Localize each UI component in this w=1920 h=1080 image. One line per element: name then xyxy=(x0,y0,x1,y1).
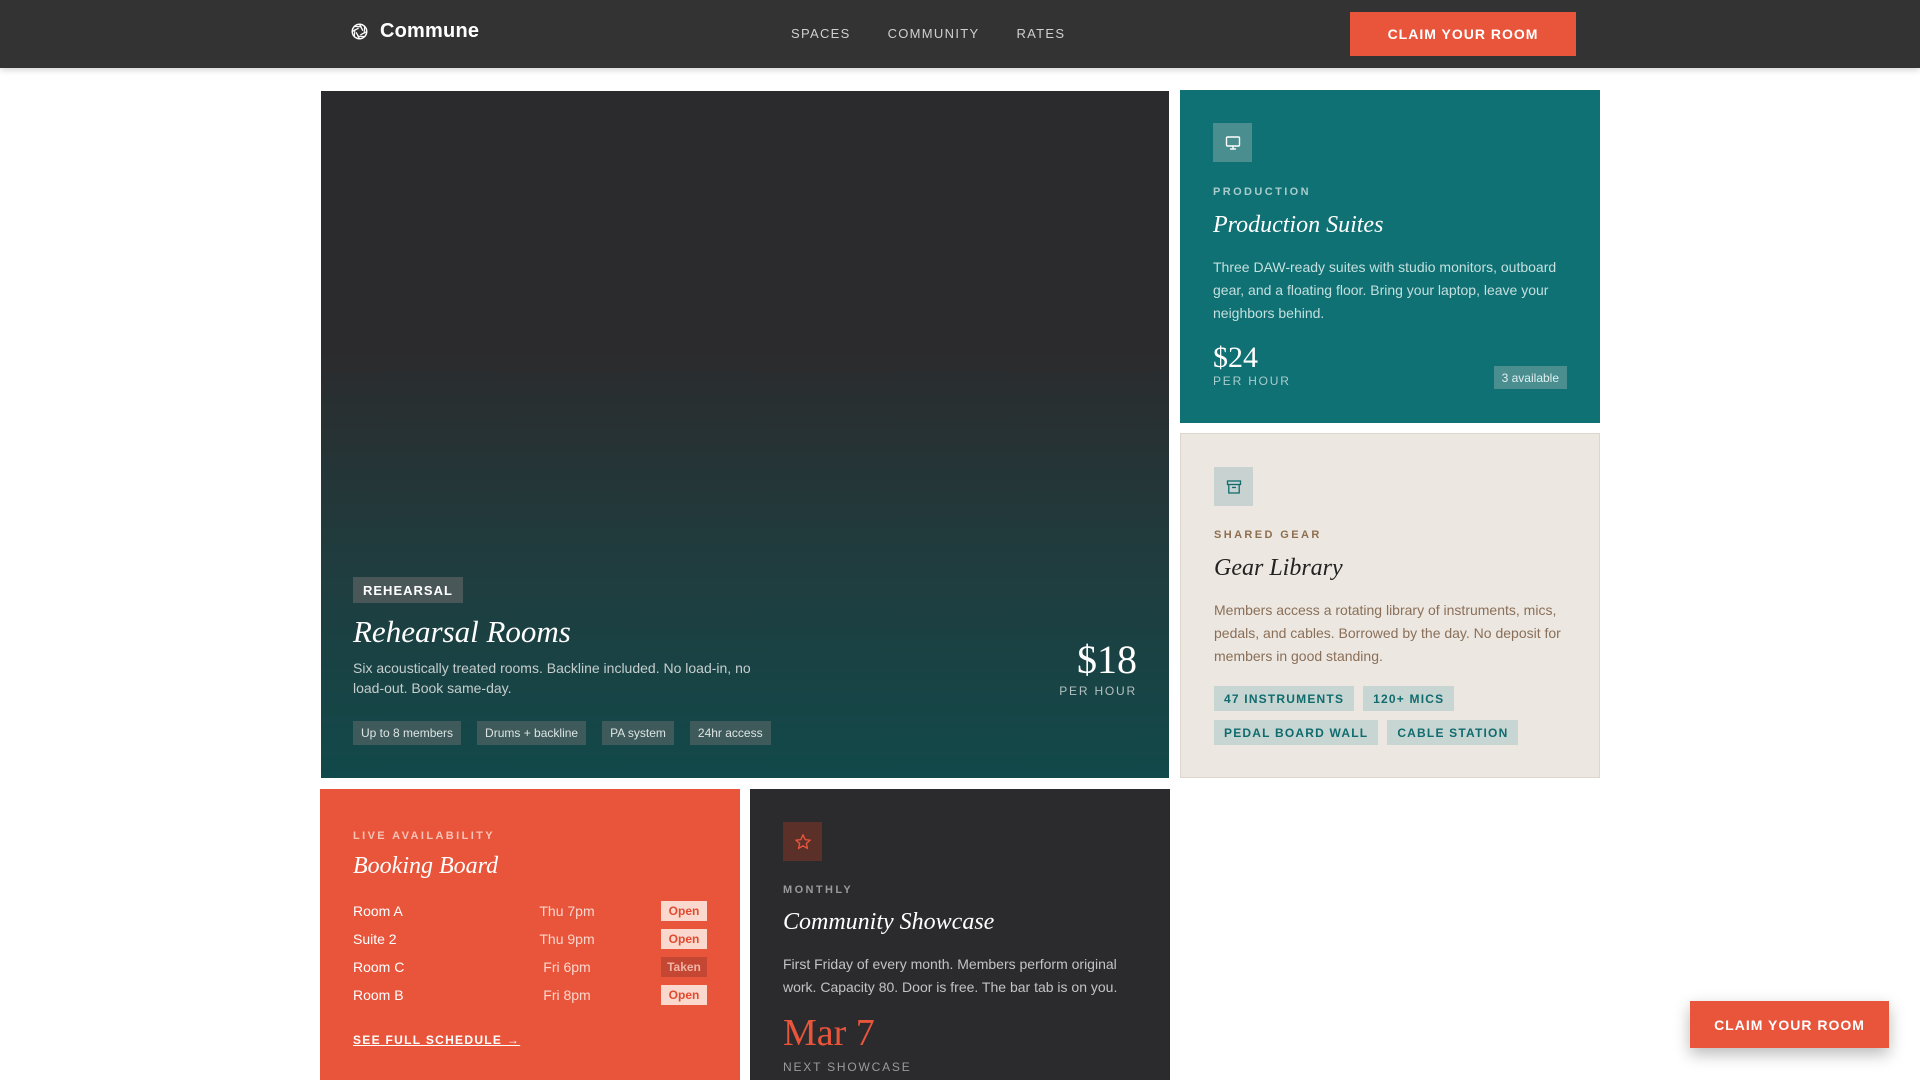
gear-chip: CABLE STATION xyxy=(1387,720,1519,745)
rehearsal-rooms-card[interactable]: REHEARSAL Rehearsal Rooms Six acoustical… xyxy=(321,91,1169,778)
monitor-icon xyxy=(1225,135,1240,150)
brand-logo[interactable]: Commune xyxy=(351,20,479,43)
card-description: Three DAW-ready suites with studio monit… xyxy=(1213,259,1557,321)
nav-spaces[interactable]: SPACES xyxy=(791,26,851,41)
booking-row[interactable]: Room A Thu 7pm Open xyxy=(353,897,707,925)
aperture-icon xyxy=(351,23,368,40)
archive-icon xyxy=(1226,479,1241,494)
price-amount: $18 xyxy=(1077,637,1137,682)
nav-rates[interactable]: RATES xyxy=(1016,26,1065,41)
slot-time: Thu 7pm xyxy=(539,903,595,919)
star-icon xyxy=(794,833,811,849)
star-icon-box xyxy=(783,822,822,861)
gear-chips: 47 INSTRUMENTS 120+ MICS PEDAL BOARD WAL… xyxy=(1214,686,1574,745)
room-name: Suite 2 xyxy=(353,931,397,947)
feature-tag: Drums + backline xyxy=(477,721,587,745)
slot-time: Thu 9pm xyxy=(539,931,595,947)
showcase-date-label: NEXT SHOWCASE xyxy=(783,1060,912,1074)
archive-icon-box xyxy=(1214,467,1253,506)
monitor-icon-box xyxy=(1213,123,1252,162)
card-description: First Friday of every month. Members per… xyxy=(783,956,1118,995)
booking-row[interactable]: Room C Fri 6pm Taken xyxy=(353,953,707,981)
booking-board-card: LIVE AVAILABILITY Booking Board Room A T… xyxy=(320,789,740,1080)
card-title: Production Suites xyxy=(1213,212,1384,238)
status-badge: Taken xyxy=(661,957,707,977)
status-badge: Open xyxy=(661,901,707,921)
card-title: Rehearsal Rooms xyxy=(353,614,571,649)
brand-name: Commune xyxy=(380,20,480,42)
booking-row[interactable]: Room B Fri 8pm Open xyxy=(353,981,707,1009)
feature-tags: Up to 8 members Drums + backline PA syst… xyxy=(353,721,771,745)
slot-time: Fri 8pm xyxy=(543,987,591,1003)
gear-library-card[interactable]: SHARED GEAR Gear Library Members access … xyxy=(1180,433,1600,778)
price-block: $18 PER HOUR xyxy=(1059,637,1137,699)
card-eyebrow: LIVE AVAILABILITY xyxy=(353,830,496,842)
card-description: Members access a rotating library of ins… xyxy=(1214,602,1561,664)
card-eyebrow: PRODUCTION xyxy=(1213,186,1311,198)
card-title: Gear Library xyxy=(1214,555,1343,581)
nav-community[interactable]: COMMUNITY xyxy=(888,26,980,41)
price-amount: $24 xyxy=(1213,341,1258,374)
card-eyebrow: MONTHLY xyxy=(783,884,854,896)
status-badge: Open xyxy=(661,985,707,1005)
availability-badge: 3 available xyxy=(1493,366,1567,389)
price-block: $24 PER HOUR xyxy=(1213,341,1291,389)
main-nav: SPACES COMMUNITY RATES xyxy=(791,26,1065,41)
feature-tag: Up to 8 members xyxy=(353,721,462,745)
gear-chip: 47 INSTRUMENTS xyxy=(1214,686,1355,711)
showcase-date: Mar 7 xyxy=(783,1012,875,1054)
see-full-schedule-link[interactable]: SEE FULL SCHEDULE → xyxy=(353,1033,520,1047)
community-showcase-card[interactable]: MONTHLY Community Showcase First Friday … xyxy=(750,789,1170,1080)
room-name: Room B xyxy=(353,987,404,1003)
card-eyebrow: SHARED GEAR xyxy=(1214,529,1322,541)
claim-room-button[interactable]: CLAIM YOUR ROOM xyxy=(1350,12,1576,56)
site-header: Commune SPACES COMMUNITY RATES CLAIM YOU… xyxy=(0,0,1920,68)
room-name: Room C xyxy=(353,959,405,975)
booking-row[interactable]: Suite 2 Thu 9pm Open xyxy=(353,925,707,953)
price-unit: PER HOUR xyxy=(1059,684,1137,698)
gear-chip: 120+ MICS xyxy=(1363,686,1455,711)
gear-chip: PEDAL BOARD WALL xyxy=(1214,720,1379,745)
floating-claim-room-button[interactable]: CLAIM YOUR ROOM xyxy=(1690,1001,1889,1048)
category-badge: REHEARSAL xyxy=(353,577,463,603)
status-badge: Open xyxy=(661,929,707,949)
booking-list: Room A Thu 7pm Open Suite 2 Thu 9pm Open… xyxy=(353,897,707,1009)
card-title: Booking Board xyxy=(353,853,499,879)
feature-tag: 24hr access xyxy=(689,721,771,745)
price-unit: PER HOUR xyxy=(1213,374,1291,388)
production-suites-card[interactable]: PRODUCTION Production Suites Three DAW-r… xyxy=(1180,90,1600,423)
room-name: Room A xyxy=(353,903,403,919)
feature-tag: PA system xyxy=(602,721,674,745)
card-title: Community Showcase xyxy=(783,909,995,935)
card-description: Six acoustically treated rooms. Backline… xyxy=(353,660,751,696)
slot-time: Fri 6pm xyxy=(543,959,591,975)
